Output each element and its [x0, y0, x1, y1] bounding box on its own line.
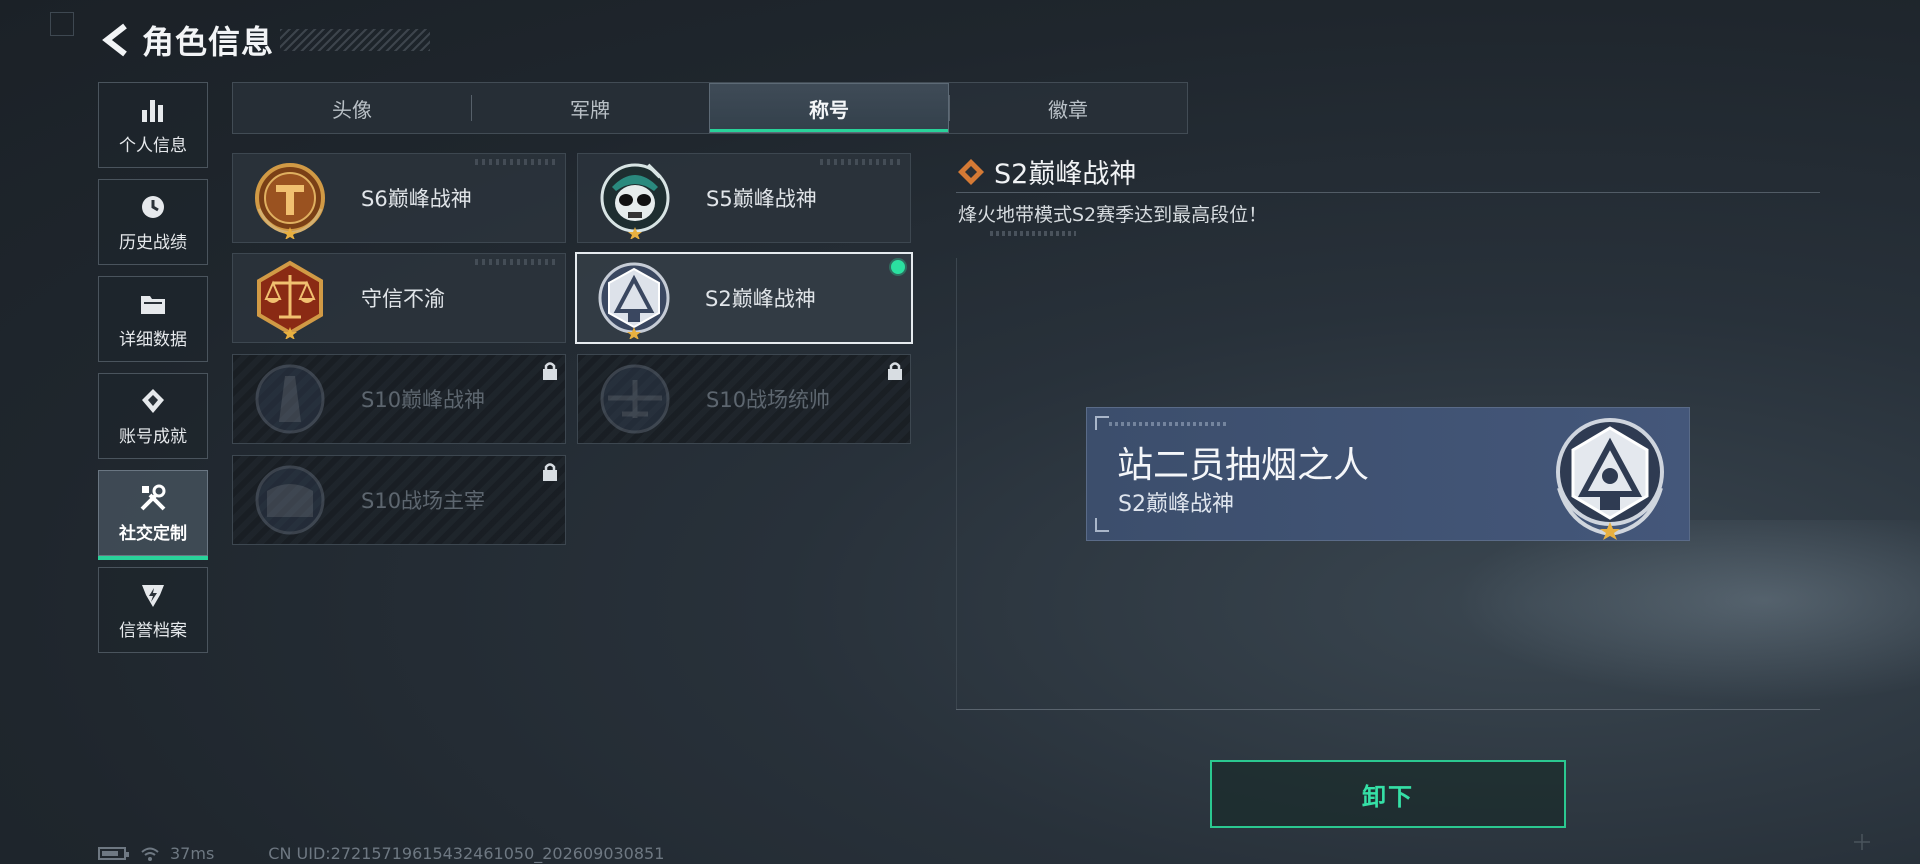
back-arrow-icon: [102, 23, 127, 57]
title-card-label: 守信不渝: [361, 287, 445, 311]
battery-icon: [98, 847, 129, 860]
title-card[interactable]: S5巅峰战神: [577, 153, 911, 243]
sidebar-item-detailed-data[interactable]: 详细数据: [98, 276, 208, 362]
lock-icon: [888, 362, 902, 380]
background-decoration: [1400, 520, 1920, 720]
achievement-icon: [138, 386, 168, 416]
divider: [956, 192, 1820, 193]
page-title: 角色信息: [142, 23, 275, 61]
skull-emblem-icon: [600, 163, 670, 239]
bar-chart-icon: [138, 95, 168, 125]
tab-bar: 头像 军牌 称号 徽章: [232, 82, 1188, 134]
ping-text: 37ms: [170, 844, 215, 863]
plus-icon: [1854, 834, 1870, 850]
title-card-selected[interactable]: S2巅峰战神: [575, 252, 913, 344]
aircraft-emblem-icon: [600, 364, 670, 434]
sidebar-item-label: 详细数据: [119, 329, 187, 350]
corner-frame: [50, 12, 74, 36]
tower-emblem-icon: [255, 364, 325, 434]
sidebar: 个人信息 历史战绩 详细数据 账号成就 社交定制 信誉档案: [98, 82, 208, 664]
equipped-indicator: [891, 260, 905, 274]
sidebar-item-history[interactable]: 历史战绩: [98, 179, 208, 265]
title-card-label: S10战场统帅: [706, 388, 831, 412]
description-decoration: [990, 231, 1076, 236]
sidebar-item-personal-info[interactable]: 个人信息: [98, 82, 208, 168]
title-card-locked[interactable]: S10战场主宰: [232, 455, 566, 545]
sidebar-item-credit-record[interactable]: 信誉档案: [98, 567, 208, 653]
shield-bolt-icon: [138, 580, 168, 610]
tools-icon: [138, 483, 168, 513]
lock-icon: [543, 362, 557, 380]
title-card-label: S6巅峰战神: [361, 187, 472, 211]
title-card-label: S2巅峰战神: [705, 287, 816, 311]
tab-avatar[interactable]: 头像: [233, 83, 471, 133]
sidebar-item-achievements[interactable]: 账号成就: [98, 373, 208, 459]
colosseum-emblem-icon: [255, 465, 325, 535]
diamond-icon: [958, 158, 984, 185]
unequip-button[interactable]: 卸下: [1210, 760, 1566, 828]
detail-frame-bottom: [956, 709, 1820, 710]
back-button[interactable]: [96, 20, 136, 60]
unequip-button-label: 卸下: [1362, 782, 1414, 811]
title-card-label: S10战场主宰: [361, 489, 486, 513]
lock-icon: [543, 463, 557, 481]
card-decoration: [820, 159, 900, 165]
tab-badge[interactable]: 徽章: [949, 83, 1187, 133]
title-card-label: S10巅峰战神: [361, 388, 486, 412]
status-bar: 37ms CN UID:27215719615432461050_2026090…: [98, 844, 664, 863]
preview-title: S2巅峰战神: [1118, 492, 1234, 517]
detail-header: S2巅峰战神: [956, 152, 1136, 191]
uid-text: CN UID:27215719615432461050_202609030851: [268, 844, 665, 863]
tab-dog-tag[interactable]: 军牌: [471, 83, 709, 133]
sidebar-item-label: 历史战绩: [119, 232, 187, 253]
card-decoration: [475, 259, 555, 265]
gold-t-emblem-icon: [255, 163, 325, 239]
title-card[interactable]: S6巅峰战神: [232, 153, 566, 243]
tab-title[interactable]: 称号: [709, 83, 949, 133]
card-decoration: [475, 159, 555, 165]
sidebar-item-label: 账号成就: [119, 426, 187, 447]
header: 角色信息: [96, 20, 431, 61]
detail-title: S2巅峰战神: [994, 159, 1137, 190]
scales-emblem-icon: [257, 260, 323, 339]
title-decoration: [280, 29, 431, 51]
title-card-label: S5巅峰战神: [706, 187, 817, 211]
folder-icon: [138, 289, 168, 319]
sidebar-item-social-custom[interactable]: 社交定制: [98, 470, 208, 560]
sidebar-item-label: 社交定制: [119, 523, 187, 544]
wifi-icon: [141, 847, 159, 861]
title-preview-banner: 站二员抽烟之人 S2巅峰战神: [1086, 407, 1690, 541]
preview-player-name: 站二员抽烟之人: [1117, 445, 1370, 486]
silver-delta-emblem-icon: [1556, 418, 1664, 540]
sidebar-item-label: 信誉档案: [119, 620, 187, 641]
preview-decoration: [1109, 422, 1229, 426]
history-clock-icon: [138, 192, 168, 222]
title-card-locked[interactable]: S10战场统帅: [577, 354, 911, 444]
silver-delta-emblem-icon: [598, 262, 670, 339]
detail-description: 烽火地带模式S2赛季达到最高段位！: [958, 204, 1268, 226]
title-card-locked[interactable]: S10巅峰战神: [232, 354, 566, 444]
detail-frame-line: [956, 258, 957, 710]
title-card[interactable]: 守信不渝: [232, 253, 566, 343]
sidebar-item-label: 个人信息: [119, 135, 187, 156]
